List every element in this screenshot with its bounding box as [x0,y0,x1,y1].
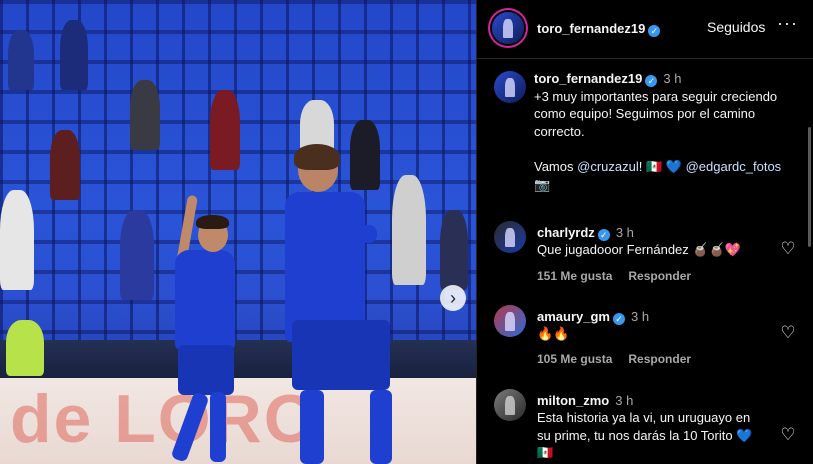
commenter-avatar[interactable] [494,389,526,421]
comment-text: Que jugadooor Fernández 🧉🧉💖 [537,242,741,257]
like-heart-icon[interactable]: ♡ [779,240,797,258]
comment-likes[interactable]: 151 Me gusta [537,269,612,283]
commenter-username[interactable]: milton_zmo [537,393,609,408]
like-heart-icon[interactable]: ♡ [779,324,797,342]
pitch-edge [0,340,476,380]
comment-flag-emoji: 🇲🇽 [537,445,554,461]
commenter-avatar[interactable] [494,221,526,253]
commenter-username[interactable]: charlyrdz [537,225,595,240]
reply-button[interactable]: Responder [628,269,691,283]
fan [0,190,34,290]
caption-username[interactable]: toro_fernandez19 [534,71,642,86]
verified-icon: ✓ [612,313,625,325]
fan [120,210,154,300]
caption-line: correcto. [534,123,585,139]
comment-text-line: su prime, tu nos darás la 10 Torito 💙 [537,427,753,443]
comment-likes[interactable]: 105 Me gusta [537,352,612,366]
caption-line: como equipo! Seguimos por el camino [534,106,756,122]
fan [60,20,88,90]
caption-emojis: ! 🇲🇽 💙 [638,158,682,174]
comment-text: 🔥🔥 [537,326,570,341]
comment-text-line: Esta historia ya la vi, un uruguayo en [537,410,751,425]
caption-time[interactable]: 3 h [663,71,681,86]
caption-line: +3 muy importantes para seguir creciendo [534,88,778,104]
comments-scroll[interactable]: toro_fernandez19 ✓ 3 h +3 muy importantes … [477,59,813,464]
verified-icon: ✓ [597,229,610,241]
scrollbar[interactable] [808,127,811,247]
next-image-button[interactable]: › [440,285,466,311]
post-caption: toro_fernandez19 ✓ 3 h +3 muy importantes … [534,70,804,193]
more-options-icon[interactable]: ··· [777,13,798,34]
ad-board-text: de LORO [10,381,319,457]
reply-button[interactable]: Responder [628,352,691,366]
mention-edgardc-fotos[interactable]: @edgardc_fotos [686,159,782,174]
comment-time[interactable]: 3 h [631,309,649,324]
author-name-row: toro_fernandez19 ✓ [537,20,661,38]
post-header: toro_fernandez19 ✓ Seguidos ··· [477,0,813,59]
fan [210,90,240,170]
like-heart-icon[interactable]: ♡ [779,426,797,444]
commenter-avatar[interactable] [494,305,526,337]
fan [130,80,160,150]
fan [440,210,468,290]
fan [50,130,80,200]
fan [392,175,426,285]
fan [8,30,34,90]
mention-cruzazul[interactable]: @cruzazul [577,159,639,174]
post-photo: de LORO › [0,0,476,464]
commenter-username[interactable]: amaury_gm [537,309,610,324]
author-username[interactable]: toro_fernandez19 [537,21,645,36]
author-avatar[interactable] [492,12,524,44]
following-button[interactable]: Seguidos [707,19,765,35]
caption-avatar[interactable] [494,71,526,103]
comment-time[interactable]: 3 h [616,225,634,240]
steward [6,320,44,376]
verified-icon: ✓ [648,25,661,37]
comment-time[interactable]: 3 h [615,393,633,408]
comment-text: Esta historia ya la vi, un uruguayo en s… [537,409,767,462]
camera-emoji: 📷 [534,176,551,192]
caption-vamos: Vamos [534,158,574,174]
verified-icon: ✓ [645,75,658,87]
post-sidebar: toro_fernandez19 ✓ Seguidos ··· toro_fern… [476,0,813,464]
fan [350,120,380,190]
